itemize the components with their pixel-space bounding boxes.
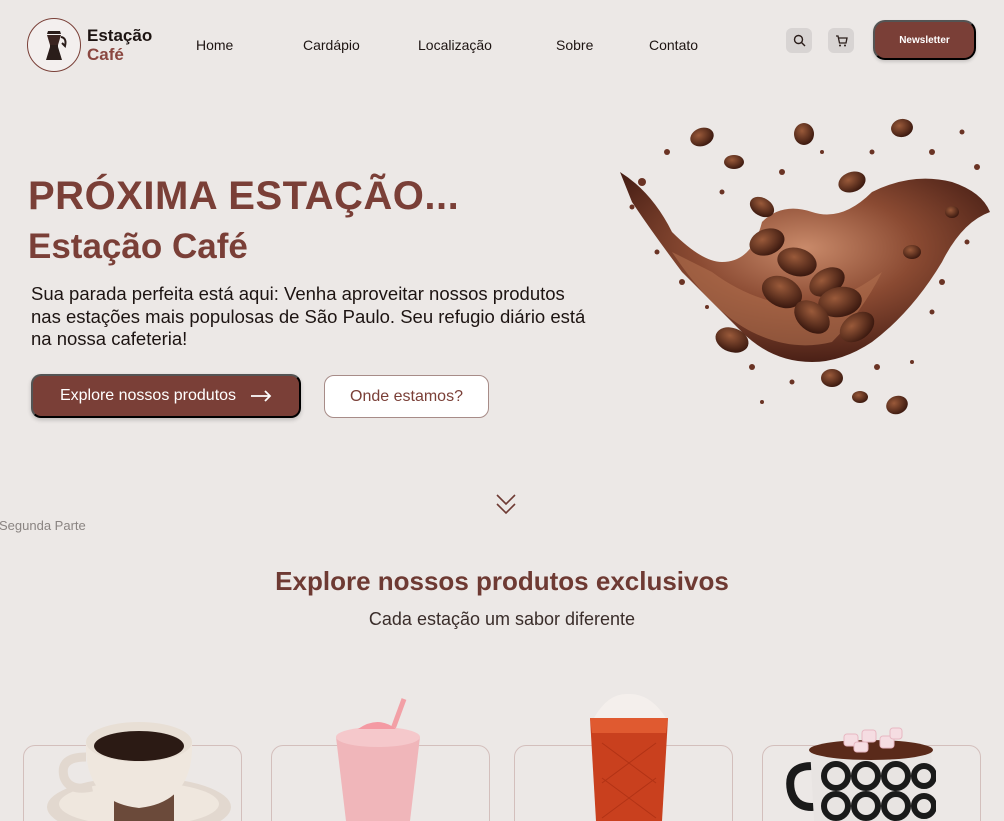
search-button[interactable] xyxy=(786,28,812,53)
arrow-right-icon xyxy=(251,390,272,402)
hot-chocolate-mug-image xyxy=(786,727,936,821)
brand-sub: Café xyxy=(87,45,124,64)
smoothie-glass-image xyxy=(336,698,420,821)
explore-products-label: Explore nossos produtos xyxy=(59,387,237,404)
cart-icon xyxy=(835,35,848,47)
section-tag: Segunda Parte xyxy=(0,518,86,533)
hero-title: PRÓXIMA ESTAÇÃO... xyxy=(28,174,460,218)
nav-sobre[interactable]: Sobre xyxy=(556,37,593,53)
double-chevron-down-icon[interactable] xyxy=(494,492,518,518)
nav-contato[interactable]: Contato xyxy=(649,37,698,53)
logo[interactable]: Estação Café xyxy=(27,18,152,72)
hero-description: Sua parada perfeita está aqui: Venha apr… xyxy=(31,283,586,349)
search-icon xyxy=(793,34,805,47)
where-are-we-button[interactable]: Onde estamos? xyxy=(324,375,489,418)
nav-cardapio[interactable]: Cardápio xyxy=(303,37,360,53)
moka-pot-icon xyxy=(27,18,81,72)
coffee-cup-image xyxy=(47,722,231,821)
products-section-title: Explore nossos produtos exclusivos xyxy=(275,566,729,596)
brand-name: Estação xyxy=(87,26,153,45)
iced-drink-image xyxy=(590,693,668,821)
hero-subtitle: Estação Café xyxy=(28,227,248,266)
nav-home[interactable]: Home xyxy=(196,37,233,53)
cart-button[interactable] xyxy=(828,28,854,53)
products-section-subtitle: Cada estação um sabor diferente xyxy=(368,609,636,629)
explore-products-button[interactable]: Explore nossos produtos xyxy=(31,374,301,418)
coffee-splash-image xyxy=(620,118,990,415)
nav-localizacao[interactable]: Localização xyxy=(418,37,492,53)
newsletter-button[interactable]: Newsletter xyxy=(873,20,976,60)
